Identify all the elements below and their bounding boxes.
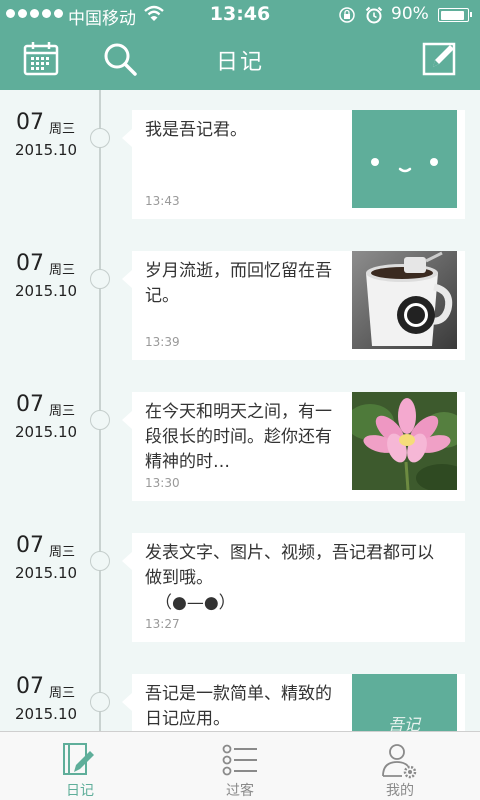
- entry-day: 07: [16, 110, 44, 135]
- nav-bar: 日记: [0, 28, 480, 90]
- diary-timeline[interactable]: 07 周三 2015.10 我是吾记君。 13:43 07 周三 2015.10…: [0, 90, 480, 731]
- diary-entry[interactable]: 07 周三 2015.10 我是吾记君。 13:43: [0, 90, 480, 219]
- entry-card[interactable]: 我是吾记君。 13:43: [122, 110, 465, 219]
- entry-day: 07: [16, 533, 44, 558]
- tab-passers[interactable]: 过客: [160, 732, 320, 800]
- entry-text: 岁月流逝，而回忆留在吾记。: [145, 261, 332, 306]
- diary-entry[interactable]: 07 周三 2015.10 在今天和明天之间，有一段很长的时间。趁你还有精神的时…: [0, 372, 480, 501]
- entry-time: 13:30: [145, 476, 180, 490]
- page-title: 日记: [215, 50, 264, 75]
- diary-notebook-icon: [63, 743, 94, 775]
- entry-text-block: 发表文字、图片、视频，吾记君都可以做到哦。 （●—●）: [145, 541, 450, 616]
- tab-bar: 日记 过客 我的: [0, 731, 480, 800]
- entry-emoticon: （●—●）: [155, 593, 236, 613]
- tab-diary[interactable]: 日记: [0, 732, 160, 800]
- entry-weekday: 周三: [49, 545, 76, 560]
- timeline-node: [90, 269, 110, 289]
- alarm-icon: [365, 6, 383, 24]
- timeline-node: [90, 692, 110, 712]
- tab-label: 过客: [226, 783, 254, 799]
- entry-year-month: 2015.10: [15, 423, 78, 441]
- entry-day: 07: [16, 251, 44, 276]
- compose-icon[interactable]: [422, 41, 458, 77]
- entry-card[interactable]: 在今天和明天之间，有一段很长的时间。趁你还有精神的时… 13:30: [122, 392, 465, 501]
- rotation-lock-icon: [339, 7, 355, 23]
- entry-text: 发表文字、图片、视频，吾记君都可以做到哦。: [145, 543, 434, 588]
- lotus-flower-photo[interactable]: [352, 392, 457, 490]
- battery-percent: 90%: [391, 4, 429, 24]
- diary-entry[interactable]: 07 周三 2015.10 发表文字、图片、视频，吾记君都可以做到哦。 （●—●…: [0, 513, 480, 642]
- green-face-thumbnail[interactable]: [352, 110, 457, 208]
- green-calligraphy-thumbnail[interactable]: 吾记: [352, 674, 457, 731]
- entry-time: 13:43: [145, 194, 180, 208]
- entry-year-month: 2015.10: [15, 141, 78, 159]
- entry-card[interactable]: 吾记是一款简单、精致的日记应用。 吾记: [122, 674, 465, 731]
- calligraphy-text: 吾记: [388, 715, 422, 731]
- entry-time: 13:27: [145, 617, 180, 631]
- tab-mine[interactable]: 我的: [320, 732, 480, 800]
- entry-time: 13:39: [145, 335, 180, 349]
- entry-weekday: 周三: [49, 686, 76, 701]
- status-bar: 中国移动 13:46 90%: [0, 0, 480, 29]
- battery-icon: [438, 8, 472, 22]
- entry-text: 我是吾记君。: [145, 120, 247, 140]
- entry-year-month: 2015.10: [15, 705, 78, 723]
- entry-card[interactable]: 发表文字、图片、视频，吾记君都可以做到哦。 （●—●） 13:27: [122, 533, 465, 642]
- entry-day: 07: [16, 392, 44, 417]
- list-icon: [222, 744, 257, 776]
- timeline-node: [90, 410, 110, 430]
- entry-text: 吾记是一款简单、精致的日记应用。: [145, 684, 332, 729]
- entry-card[interactable]: 岁月流逝，而回忆留在吾记。 13:39: [122, 251, 465, 360]
- entry-day: 07: [16, 674, 44, 699]
- entry-year-month: 2015.10: [15, 282, 78, 300]
- coffee-cup-photo[interactable]: [352, 251, 457, 349]
- entry-year-month: 2015.10: [15, 564, 78, 582]
- diary-entry[interactable]: 07 周三 2015.10 吾记是一款简单、精致的日记应用。 吾记: [0, 654, 480, 731]
- entry-weekday: 周三: [49, 263, 76, 278]
- timeline-node: [90, 551, 110, 571]
- timeline-node: [90, 128, 110, 148]
- tab-label: 日记: [66, 783, 94, 799]
- entry-weekday: 周三: [49, 404, 76, 419]
- profile-settings-icon: [382, 744, 417, 779]
- entry-weekday: 周三: [49, 122, 76, 137]
- diary-entry[interactable]: 07 周三 2015.10 岁月流逝，而回忆留在吾记。 13:39: [0, 231, 480, 360]
- tab-label: 我的: [386, 783, 414, 799]
- entry-text: 在今天和明天之间，有一段很长的时间。趁你还有精神的时…: [145, 402, 332, 472]
